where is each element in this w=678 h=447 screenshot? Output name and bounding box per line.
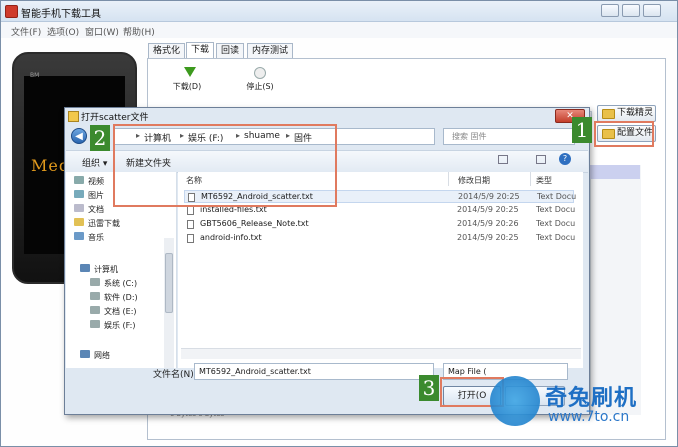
nav-item-pictures[interactable]: 图片: [74, 190, 104, 201]
folder-icon: [68, 111, 79, 122]
nav-item-music[interactable]: 音乐: [74, 232, 104, 243]
nav-item-network[interactable]: 网络: [80, 350, 110, 361]
filename-input[interactable]: MT6592_Android_scatter.txt: [194, 363, 434, 380]
picture-icon: [74, 190, 84, 198]
app-icon: [5, 5, 18, 18]
download-fine-button[interactable]: 下载精灵: [597, 105, 656, 122]
nav-item-videos[interactable]: 视频: [74, 176, 104, 187]
back-button[interactable]: ◀: [71, 128, 87, 144]
menu-options[interactable]: 选项(O): [47, 25, 79, 38]
annotation-highlight-path: [113, 124, 337, 207]
search-input[interactable]: 搜索 固件: [443, 128, 575, 145]
annotation-number: 1: [572, 117, 592, 143]
text-file-icon: [187, 220, 194, 229]
file-name: GBT5606_Release_Note.txt: [200, 219, 309, 228]
nav-item-drive-f[interactable]: 娱乐 (F:): [90, 320, 135, 331]
minimize-button[interactable]: [601, 4, 619, 17]
partition-grid: [590, 165, 641, 415]
menu-help[interactable]: 帮助(H): [123, 25, 155, 38]
maximize-button[interactable]: [622, 4, 640, 17]
view-options-icon[interactable]: [498, 155, 508, 164]
file-date: 2014/5/9 20:25: [458, 192, 520, 201]
nav-item-computer[interactable]: 计算机: [80, 264, 118, 275]
menu-bar: 文件(F) 选项(O) 窗口(W) 帮助(H): [1, 22, 677, 38]
tab-readback[interactable]: 回读: [216, 43, 245, 58]
download-arrow-icon: [184, 67, 196, 77]
partition-grid-header: [590, 165, 640, 179]
file-row[interactable]: android-info.txt 2014/5/9 20:25 Text Doc…: [184, 232, 576, 245]
menu-file[interactable]: 文件(F): [11, 25, 41, 38]
watermark-logo: [490, 376, 540, 426]
nav-item-drive-e[interactable]: 文档 (E:): [90, 306, 137, 317]
annotation-number: 3: [419, 375, 439, 401]
network-icon: [80, 350, 90, 358]
watermark-url: www.7to.cn: [548, 409, 630, 425]
nav-item-drive-c[interactable]: 系统 (C:): [90, 278, 137, 289]
nav-scrollbar[interactable]: [164, 238, 174, 368]
tab-download[interactable]: 下载: [186, 42, 215, 58]
help-icon[interactable]: ?: [559, 153, 571, 165]
title-bar: 智能手机下载工具: [1, 1, 677, 22]
search-placeholder: 搜索 固件: [452, 132, 487, 141]
scroll-thumb[interactable]: [165, 253, 173, 313]
column-separator: [530, 172, 531, 186]
file-date: 2014/5/9 20:25: [457, 205, 519, 214]
text-file-icon: [187, 234, 194, 243]
horizontal-scrollbar[interactable]: [181, 348, 581, 359]
download-label: 下载(D): [172, 82, 202, 91]
folder-icon: [602, 109, 615, 119]
file-type: Text Docu: [536, 205, 576, 214]
drive-icon: [90, 320, 100, 328]
folder-icon: [74, 218, 84, 226]
close-button[interactable]: [643, 4, 661, 17]
nav-item-thunder-downloads[interactable]: 迅雷下载: [74, 218, 120, 229]
phone-small-text: BM: [30, 72, 40, 79]
stop-label: 停止(S): [246, 82, 274, 91]
computer-icon: [80, 264, 90, 272]
drive-icon: [90, 278, 100, 286]
music-icon: [74, 232, 84, 240]
file-name: android-info.txt: [200, 233, 262, 242]
drive-icon: [90, 292, 100, 300]
column-separator: [448, 172, 449, 186]
nav-item-documents[interactable]: 文档: [74, 204, 104, 215]
menu-window[interactable]: 窗口(W): [85, 25, 119, 38]
file-date: 2014/5/9 20:26: [457, 219, 519, 228]
download-fine-label: 下载精灵: [617, 108, 654, 118]
column-date[interactable]: 修改日期: [458, 175, 490, 186]
annotation-number: 2: [90, 125, 110, 151]
file-type: Text Docu: [537, 192, 577, 201]
tab-format[interactable]: 格式化: [148, 43, 186, 58]
dialog-title: 打开scatter文件: [81, 113, 149, 123]
nav-item-drive-d[interactable]: 软件 (D:): [90, 292, 138, 303]
preview-pane-icon[interactable]: [536, 155, 546, 164]
organize-button[interactable]: 组织 ▾: [82, 156, 107, 169]
watermark-title: 奇兔刷机: [545, 386, 638, 411]
file-date: 2014/5/9 20:25: [457, 233, 519, 242]
stop-icon: [254, 67, 266, 79]
document-icon: [74, 204, 84, 212]
file-type: Text Docu: [536, 233, 576, 242]
tab-memory-test[interactable]: 内存测试: [247, 43, 294, 58]
text-file-icon: [187, 206, 194, 215]
column-type[interactable]: 类型: [536, 175, 552, 186]
video-icon: [74, 176, 84, 184]
file-row[interactable]: GBT5606_Release_Note.txt 2014/5/9 20:26 …: [184, 218, 576, 231]
annotation-highlight-config: [594, 121, 654, 147]
drive-icon: [90, 306, 100, 314]
filename-label: 文件名(N):: [153, 370, 197, 380]
file-type: Text Docu: [536, 219, 576, 228]
window-title: 智能手机下载工具: [21, 9, 101, 20]
